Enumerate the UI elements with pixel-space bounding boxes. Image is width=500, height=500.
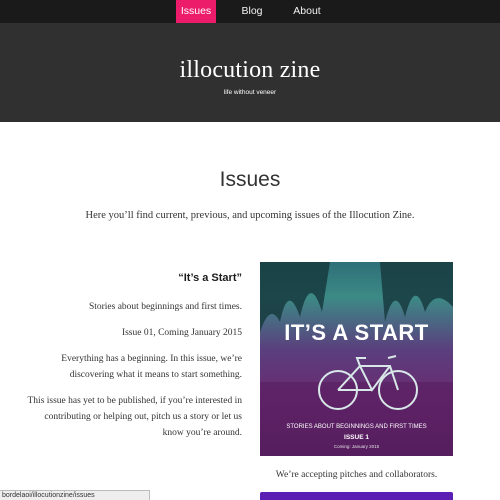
cover-date: Coming: January 2015	[333, 444, 380, 449]
site-header: illocution zine life without veneer	[0, 23, 500, 122]
issue-summary: Stories about beginnings and first times…	[88, 302, 242, 312]
pitch-note: We’re accepting pitches and collaborator…	[275, 470, 438, 480]
pitch-button[interactable]	[260, 492, 453, 500]
issue-desc-1: Everything has a beginning. In this issu…	[61, 354, 242, 380]
issue-cover-image[interactable]: IT’S A START STORIES ABOUT BEGINNINGS AN…	[260, 262, 453, 456]
issue-description: “It’s a Start” Stories about beginnings …	[22, 270, 243, 451]
cover-issue-label: ISSUE 1	[344, 434, 369, 441]
nav-about[interactable]: About	[286, 0, 328, 23]
issue-title: “It’s a Start”	[178, 272, 242, 284]
issue-desc-2: This issue has yet to be published, if y…	[27, 396, 243, 438]
cover-headline: IT’S A START	[284, 320, 429, 345]
nav-issues[interactable]: Issues	[176, 0, 216, 23]
page-title: Issues	[219, 168, 281, 191]
intro-text: Here you’ll find current, previous, and …	[85, 210, 415, 221]
top-nav: Issues Blog About	[0, 0, 500, 23]
status-bar-url: bordelaoi/illocutionzine/issues	[0, 490, 150, 500]
site-title[interactable]: illocution zine	[0, 57, 500, 84]
nav-blog[interactable]: Blog	[232, 0, 272, 23]
cover-subtitle: STORIES ABOUT BEGINNINGS AND FIRST TIMES	[286, 424, 427, 430]
site-tagline: life without veneer	[223, 89, 277, 96]
issue-number-date: Issue 01, Coming January 2015	[121, 328, 242, 338]
